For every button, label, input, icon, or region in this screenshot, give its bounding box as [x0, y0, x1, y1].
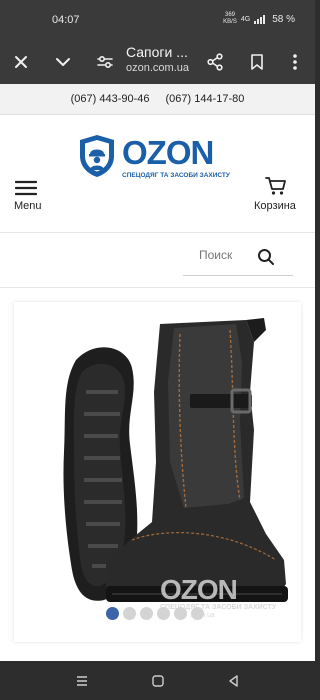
cart-button[interactable]: Корзина [252, 176, 304, 212]
chevron-down-icon[interactable] [51, 50, 75, 74]
search-bar [183, 242, 293, 276]
logo-shield-icon [80, 135, 114, 177]
web-page: (067) 443-90-46 (067) 144-17-80 OZON СПЕ… [0, 84, 315, 661]
gallery-dot[interactable] [157, 607, 170, 620]
menu-button[interactable]: Menu [14, 180, 48, 214]
gallery-dot[interactable] [191, 607, 204, 620]
battery-level: 58 % [272, 13, 295, 25]
hamburger-icon [15, 180, 37, 196]
net-speed-value: 369 [225, 12, 236, 18]
status-bar: 04:07 369 KB/S 4G 58 % [0, 0, 315, 40]
home-icon[interactable] [148, 671, 168, 691]
net-speed-unit: KB/S [223, 19, 237, 25]
browser-toolbar: Сапоги ... ozon.com.ua [0, 40, 315, 84]
signal-icon [254, 14, 266, 24]
network-type: 4G [240, 15, 251, 23]
cart-icon [265, 177, 286, 195]
menu-label: Menu [14, 200, 42, 212]
phone-link-2[interactable]: (067) 144-17-80 [166, 93, 245, 105]
back-icon[interactable] [224, 671, 244, 691]
section-divider [0, 287, 315, 288]
close-icon[interactable] [9, 50, 33, 74]
more-icon[interactable] [283, 50, 307, 74]
recents-icon[interactable] [72, 671, 92, 691]
logo-text: OZON [122, 134, 214, 171]
share-icon[interactable] [203, 50, 227, 74]
watermark-text: OZON [160, 574, 238, 605]
header-divider [0, 232, 315, 233]
page-settings-icon[interactable] [93, 50, 117, 74]
search-input[interactable] [199, 248, 259, 262]
phone-link-1[interactable]: (067) 443-90-46 [71, 93, 150, 105]
gallery-dots [106, 607, 204, 620]
site-logo[interactable]: OZON СПЕЦОДЯГ ТА ЗАСОБИ ЗАХИСТУ [78, 134, 238, 184]
phone-bar: (067) 443-90-46 (067) 144-17-80 [0, 84, 315, 115]
gallery-dot[interactable] [140, 607, 153, 620]
gallery-dot[interactable] [123, 607, 136, 620]
status-indicators: 369 KB/S 4G 58 % [223, 12, 295, 26]
system-nav-bar [0, 661, 315, 700]
cart-label: Корзина [254, 200, 296, 212]
gallery-dot[interactable] [174, 607, 187, 620]
logo-tagline: СПЕЦОДЯГ ТА ЗАСОБИ ЗАХИСТУ [122, 172, 230, 179]
status-time: 04:07 [52, 14, 80, 26]
net-speed: 369 KB/S [223, 12, 237, 26]
boot-main-view [106, 318, 288, 602]
bookmark-icon[interactable] [245, 50, 269, 74]
search-icon[interactable] [257, 248, 275, 266]
gallery-dot[interactable] [106, 607, 119, 620]
product-image-gallery[interactable]: OZON СПЕЦОДЯГ ТА ЗАСОБИ ЗАХИСТУ .com.ua [14, 302, 301, 642]
